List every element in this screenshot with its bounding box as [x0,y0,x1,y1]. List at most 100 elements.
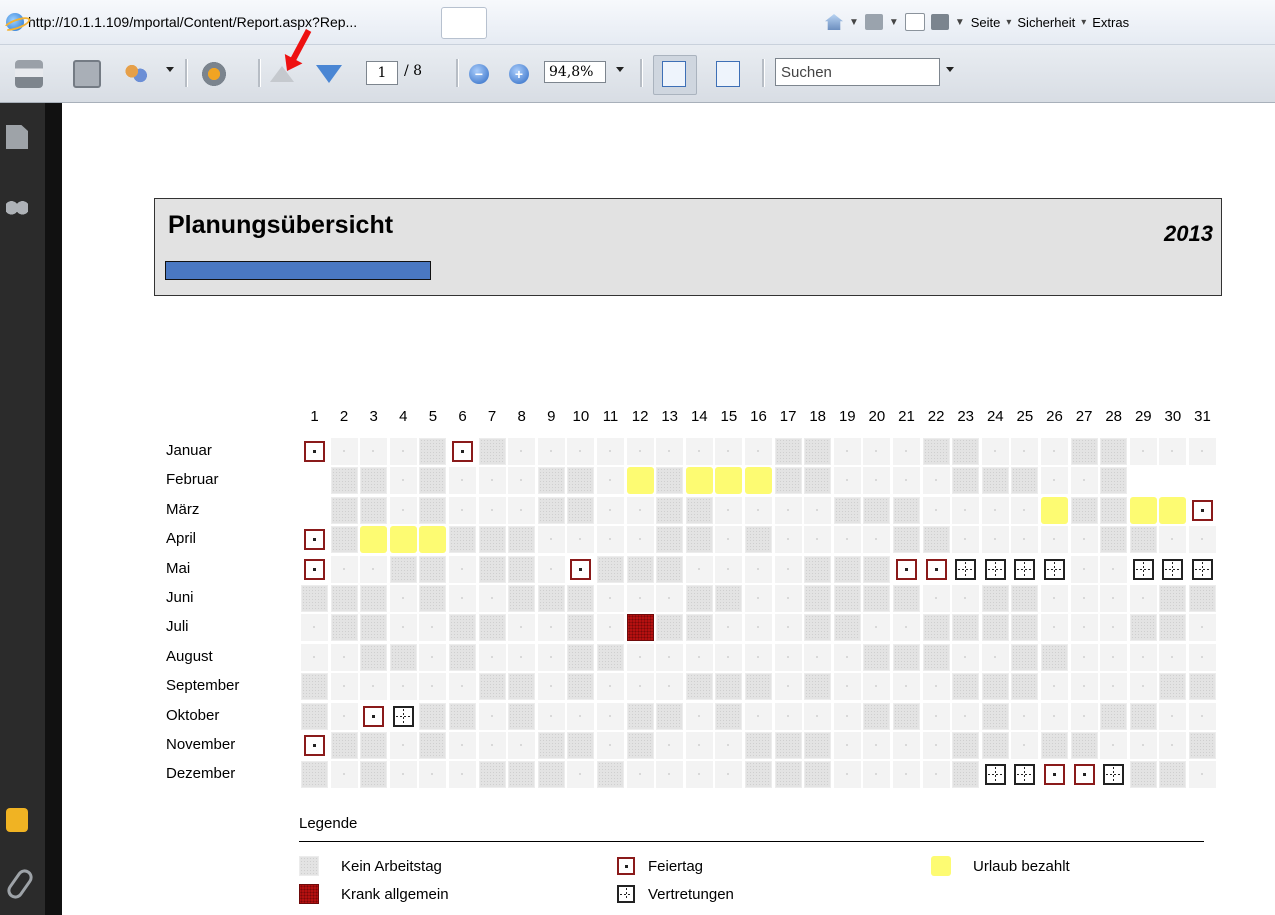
binoculars-icon[interactable] [6,191,28,215]
browser-tab[interactable]: http://10.1.1.109/mportal/Content/Report… [6,7,436,37]
zoom-in-button[interactable]: + [509,58,529,90]
non-workday-cell [804,467,832,495]
legend-label: Kein Arbeitstag [341,857,442,875]
fit-page-button[interactable] [716,58,740,90]
workday-cell [537,526,565,554]
feeds-icon[interactable] [864,14,883,30]
workday-cell [301,643,328,671]
workday-cell [685,438,713,465]
workday-cell [537,643,565,671]
non-workday-cell [952,438,980,465]
pages-icon[interactable] [6,125,28,149]
workday-cell [1189,526,1216,554]
substitution-cell [981,761,1009,789]
options-button[interactable] [200,58,228,90]
chevron-down-icon[interactable]: ▼ [955,17,965,28]
workday-cell [360,438,388,465]
non-workday-cell [893,526,920,554]
workday-cell [863,673,891,701]
workday-cell [597,732,624,759]
workday-cell [419,761,447,789]
non-workday-cell [833,496,861,524]
non-workday-cell [419,496,447,524]
workday-cell [833,732,861,759]
report-header: Planungsübersicht 2013 [154,198,1222,296]
non-workday-cell [1100,496,1128,524]
workday-cell [922,702,950,730]
workday-cell [1100,673,1128,701]
non-workday-cell [1041,732,1068,759]
non-workday-cell [656,467,684,495]
workday-cell [537,702,565,730]
non-workday-cell [508,585,536,612]
workday-cell [774,496,802,524]
home-icon[interactable] [825,14,843,30]
workday-cell [1189,643,1216,671]
chevron-down-icon[interactable]: ▼ [889,17,899,28]
day-header: 14 [690,408,708,425]
new-tab-button[interactable] [441,7,487,39]
workday-cell [1159,438,1187,465]
workday-cell [981,526,1009,554]
day-header: 20 [868,408,886,425]
workday-cell [952,496,980,524]
print-icon[interactable] [930,14,949,30]
workday-cell [1041,467,1068,495]
chevron-down-icon[interactable]: ▼ [849,17,859,28]
day-header: 22 [927,408,945,425]
save-button[interactable] [73,58,101,90]
fit-width-icon-wrap [662,58,686,90]
non-workday-cell [745,732,772,759]
menu-extras[interactable]: Extras [1092,15,1129,30]
collaborate-button[interactable] [122,58,150,90]
zoom-out-button[interactable]: − [469,58,489,90]
workday-cell [449,732,476,759]
workday-cell [330,555,358,583]
workday-cell [774,702,802,730]
menu-sicherheit[interactable]: Sicherheit [1017,15,1075,30]
non-workday-cell [360,467,388,495]
search-input[interactable]: Suchen [775,58,940,86]
non-workday-cell [567,643,595,671]
next-page-button[interactable] [316,58,342,90]
substitution-cell [1041,555,1068,583]
non-workday-cell [804,585,832,612]
paperclip-icon[interactable] [4,866,36,902]
legend-label: Urlaub bezahlt [973,857,1070,875]
workday-cell [508,732,536,759]
workday-cell [1041,673,1068,701]
non-workday-cell [952,467,980,495]
non-workday-cell [330,614,358,642]
workday-cell [478,643,506,671]
chevron-down-icon[interactable] [616,67,624,72]
non-workday-cell [449,702,476,730]
non-workday-cell [330,496,358,524]
gear-icon [200,60,228,88]
workday-cell [389,496,417,524]
page-number-input[interactable]: 1 [366,61,398,85]
chevron-down-icon[interactable] [946,67,954,72]
non-workday-cell [774,467,802,495]
comment-icon[interactable] [6,808,28,832]
non-workday-cell [833,614,861,642]
print-button[interactable] [15,58,43,90]
non-workday-cell [893,702,920,730]
workday-cell [508,643,536,671]
zoom-level-select[interactable]: 94,8% [544,61,606,83]
non-workday-cell [656,526,684,554]
non-workday-cell [833,555,861,583]
workday-cell [1070,555,1098,583]
workday-cell [597,614,624,642]
workday-cell [1129,585,1157,612]
chevron-down-icon[interactable] [166,67,174,72]
workday-cell [478,732,506,759]
mail-icon[interactable] [904,13,925,31]
workday-cell [1100,614,1128,642]
non-workday-cell [449,526,476,554]
non-workday-cell [922,643,950,671]
menu-seite[interactable]: Seite [971,15,1001,30]
non-workday-cell [804,761,832,789]
day-header: 11 [602,408,619,425]
non-workday-cell [1129,761,1157,789]
workday-cell [685,643,713,671]
